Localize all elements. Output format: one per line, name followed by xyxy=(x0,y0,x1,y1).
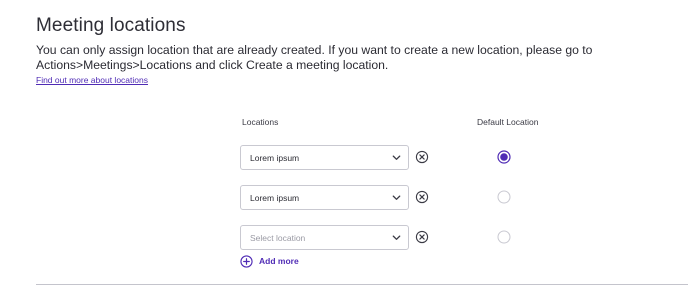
default-location-radio-2[interactable] xyxy=(497,190,511,204)
section-divider xyxy=(36,284,688,285)
add-more-button[interactable]: Add more xyxy=(240,254,299,268)
clear-location-3-icon[interactable] xyxy=(415,230,429,244)
default-location-column-header: Default Location xyxy=(477,117,539,127)
chevron-down-icon xyxy=(392,195,401,200)
location-select-1[interactable]: Lorem ipsum xyxy=(240,145,409,170)
section-title: Meeting locations xyxy=(36,15,186,36)
default-location-radio-3[interactable] xyxy=(497,230,511,244)
section-description: You can only assign location that are al… xyxy=(36,43,593,72)
location-select-3[interactable]: Select location xyxy=(240,225,409,250)
chevron-down-icon xyxy=(392,155,401,160)
find-out-more-link[interactable]: Find out more about locations xyxy=(36,75,148,85)
add-more-label: Add more xyxy=(259,256,299,266)
meeting-locations-section: Meeting locations You can only assign lo… xyxy=(0,0,688,289)
chevron-down-icon xyxy=(392,235,401,240)
location-select-2[interactable]: Lorem ipsum xyxy=(240,185,409,210)
clear-location-1-icon[interactable] xyxy=(415,150,429,164)
clear-location-2-icon[interactable] xyxy=(415,190,429,204)
location-select-value: Lorem ipsum xyxy=(250,193,300,203)
location-select-value: Lorem ipsum xyxy=(250,153,300,163)
locations-column-header: Locations xyxy=(242,117,279,127)
plus-circle-icon xyxy=(240,254,253,268)
default-location-radio-1[interactable] xyxy=(497,150,511,164)
location-select-placeholder: Select location xyxy=(250,233,306,243)
